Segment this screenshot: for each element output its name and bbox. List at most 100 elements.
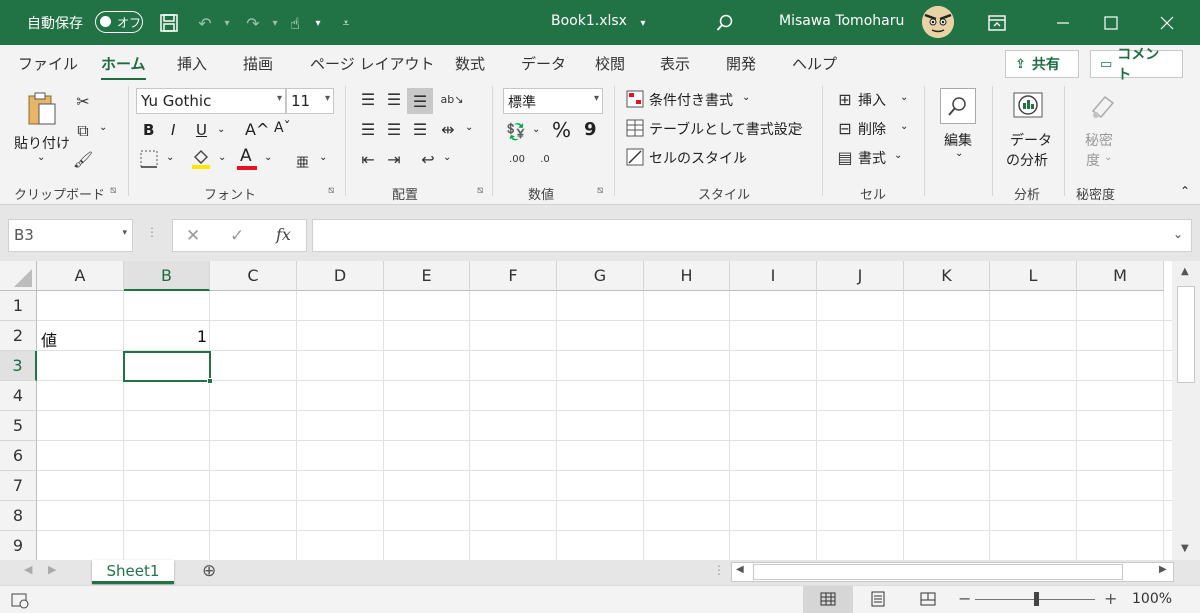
prev-sheet-icon[interactable]: ◀ bbox=[24, 563, 32, 576]
analyze-data-icon[interactable] bbox=[1011, 88, 1047, 124]
increase-indent-icon[interactable]: ⇥ bbox=[383, 148, 405, 170]
column-header-i[interactable]: I bbox=[730, 261, 817, 291]
font-launcher-icon[interactable]: ⧅ bbox=[328, 185, 334, 196]
column-header-j[interactable]: J bbox=[817, 261, 904, 291]
align-center-icon[interactable]: ☰ bbox=[383, 118, 405, 140]
active-cell[interactable] bbox=[123, 351, 213, 384]
name-box-dropdown-icon[interactable]: ▾ bbox=[122, 228, 127, 238]
insert-function-button[interactable]: fx bbox=[276, 225, 291, 244]
close-icon[interactable] bbox=[1154, 10, 1180, 36]
tab-insert[interactable]: 挿入 bbox=[177, 53, 207, 74]
column-header-b[interactable]: B bbox=[124, 261, 210, 291]
delete-cells-icon[interactable]: ⊟ bbox=[834, 117, 856, 139]
search-icon[interactable] bbox=[712, 10, 738, 36]
format-as-table-button[interactable]: テーブルとして書式設定 bbox=[649, 119, 802, 139]
tab-formulas[interactable]: 数式 bbox=[455, 53, 485, 74]
formula-input[interactable]: ⌄ bbox=[312, 219, 1192, 252]
zoom-level[interactable]: 100% bbox=[1132, 591, 1172, 607]
format-table-dropdown-icon[interactable]: ⌄ bbox=[796, 121, 804, 132]
cell-styles-icon[interactable] bbox=[624, 146, 646, 168]
column-header-a[interactable]: A bbox=[37, 261, 124, 291]
delete-cells-button[interactable]: 削除 bbox=[858, 119, 886, 139]
sensitivity-icon[interactable] bbox=[1084, 88, 1120, 124]
enter-icon[interactable]: ✓ bbox=[230, 226, 244, 246]
row-header-7[interactable]: 7 bbox=[0, 471, 37, 501]
delete-cells-dropdown-icon[interactable]: ⌄ bbox=[900, 121, 908, 132]
increase-decimal-icon[interactable]: .00 bbox=[504, 148, 530, 170]
font-size-select[interactable]: 11 ▾ bbox=[286, 88, 334, 114]
column-header-f[interactable]: F bbox=[470, 261, 557, 291]
insert-cells-dropdown-icon[interactable]: ⌄ bbox=[900, 92, 908, 103]
font-color-button[interactable]: A bbox=[236, 146, 258, 172]
accessibility-icon[interactable] bbox=[10, 590, 30, 610]
zoom-out-icon[interactable]: − bbox=[958, 589, 971, 608]
percent-button[interactable]: % bbox=[552, 118, 571, 142]
align-left-icon[interactable]: ☰ bbox=[357, 118, 379, 140]
row-header-3[interactable]: 3 bbox=[0, 351, 37, 381]
underline-button[interactable]: U bbox=[196, 121, 207, 139]
scroll-left-icon[interactable]: ◀ bbox=[736, 564, 744, 575]
analyze-data-label-1[interactable]: データ bbox=[1010, 130, 1052, 150]
copy-dropdown-icon[interactable]: ⌄ bbox=[99, 122, 107, 133]
select-all-button[interactable] bbox=[0, 261, 37, 291]
wrap-dropdown-icon[interactable]: ⌄ bbox=[443, 152, 451, 163]
cell-styles-button[interactable]: セルのスタイル bbox=[649, 148, 747, 168]
tab-data[interactable]: データ bbox=[521, 53, 566, 74]
row-header-5[interactable]: 5 bbox=[0, 411, 37, 441]
page-break-view-icon[interactable] bbox=[918, 589, 938, 609]
borders-icon[interactable] bbox=[138, 148, 160, 170]
paste-dropdown-icon[interactable]: ⌄ bbox=[37, 152, 45, 163]
row-header-6[interactable]: 6 bbox=[0, 441, 37, 471]
collapse-ribbon-icon[interactable]: ⌃ bbox=[1180, 184, 1190, 198]
zoom-in-icon[interactable]: + bbox=[1104, 589, 1117, 608]
paste-label[interactable]: 貼り付け bbox=[14, 133, 70, 153]
next-sheet-icon[interactable]: ▶ bbox=[48, 563, 56, 576]
share-button[interactable]: ⇪ 共有 bbox=[1005, 50, 1079, 78]
fill-color-dropdown-icon[interactable]: ⌄ bbox=[218, 152, 226, 163]
clipboard-launcher-icon[interactable]: ⧅ bbox=[110, 185, 116, 196]
tab-developer[interactable]: 開発 bbox=[726, 53, 756, 74]
copy-icon[interactable]: ⧉ bbox=[72, 120, 94, 142]
merge-dropdown-icon[interactable]: ⌄ bbox=[465, 122, 473, 133]
tab-page-layout[interactable]: ページ レイアウト bbox=[310, 53, 434, 74]
column-header-k[interactable]: K bbox=[904, 261, 990, 291]
tab-file[interactable]: ファイル bbox=[18, 53, 78, 74]
insert-cells-button[interactable]: 挿入 bbox=[858, 90, 886, 110]
number-format-select[interactable]: 標準 ▾ bbox=[503, 88, 603, 114]
decrease-indent-icon[interactable]: ⇤ bbox=[357, 148, 379, 170]
worksheet-grid[interactable]: ABCDEFGHIJKLM 123456789 値 1 bbox=[0, 261, 1172, 560]
insert-cells-icon[interactable]: ⊞ bbox=[834, 88, 856, 110]
analyze-data-label-2[interactable]: の分析 bbox=[1006, 150, 1048, 170]
tab-review[interactable]: 校閲 bbox=[595, 53, 625, 74]
row-header-2[interactable]: 2 bbox=[0, 321, 37, 351]
scroll-down-icon[interactable]: ▼ bbox=[1181, 543, 1189, 554]
minimize-icon[interactable] bbox=[1050, 10, 1076, 36]
sensitivity-label-2[interactable]: 度 bbox=[1086, 150, 1100, 170]
page-layout-view-icon[interactable] bbox=[868, 589, 888, 609]
alignment-launcher-icon[interactable]: ⧅ bbox=[477, 185, 483, 196]
editing-button[interactable]: 編集 bbox=[944, 130, 972, 150]
number-launcher-icon[interactable]: ⧅ bbox=[597, 185, 603, 196]
sensitivity-label-1[interactable]: 秘密 bbox=[1085, 130, 1113, 150]
save-icon[interactable] bbox=[156, 10, 182, 36]
furigana-button[interactable]: 亜 bbox=[296, 152, 309, 171]
find-icon[interactable] bbox=[940, 88, 976, 124]
horizontal-scroll-thumb[interactable] bbox=[753, 564, 1123, 580]
expand-formula-bar-icon[interactable]: ⌄ bbox=[1173, 227, 1183, 241]
vertical-scroll-thumb[interactable] bbox=[1177, 286, 1195, 383]
font-name-select[interactable]: Yu Gothic ▾ bbox=[136, 88, 286, 114]
column-header-l[interactable]: L bbox=[990, 261, 1077, 291]
conditional-dropdown-icon[interactable]: ⌄ bbox=[742, 92, 750, 103]
format-cells-dropdown-icon[interactable]: ⌄ bbox=[894, 150, 902, 161]
comma-button[interactable]: 9 bbox=[584, 119, 597, 140]
formula-bar-grip-icon[interactable]: ⋮ bbox=[146, 225, 158, 239]
fill-handle[interactable] bbox=[207, 378, 213, 384]
orientation-icon[interactable]: ab↘ bbox=[441, 88, 464, 110]
autosave-toggle[interactable]: オフ bbox=[95, 11, 143, 33]
conditional-format-button[interactable]: 条件付き書式 bbox=[649, 90, 733, 110]
column-header-c[interactable]: C bbox=[210, 261, 297, 291]
column-header-m[interactable]: M bbox=[1077, 261, 1164, 291]
borders-dropdown-icon[interactable]: ⌄ bbox=[166, 152, 174, 163]
fill-color-icon[interactable] bbox=[190, 146, 212, 170]
filename-dropdown-icon[interactable]: ▾ bbox=[630, 10, 656, 36]
